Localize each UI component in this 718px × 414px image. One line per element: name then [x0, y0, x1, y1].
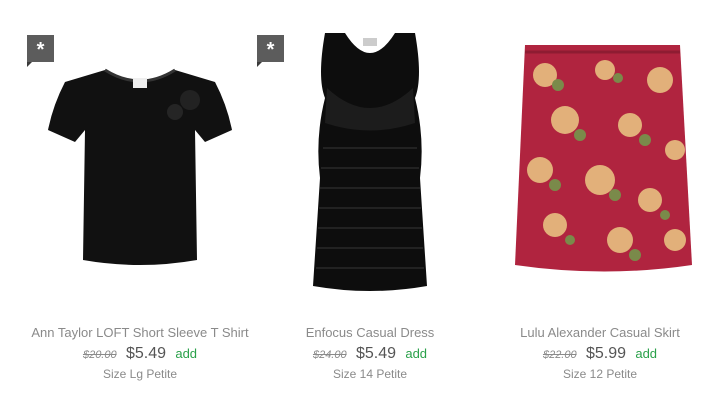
- star-badge-icon: *: [27, 35, 54, 67]
- add-to-cart-link[interactable]: add: [405, 346, 427, 361]
- product-image-dress[interactable]: [305, 28, 435, 293]
- sale-price: $5.99: [585, 345, 626, 362]
- product-image-skirt[interactable]: [510, 40, 695, 275]
- sale-price: $5.49: [355, 345, 396, 362]
- original-price: $24.00: [312, 349, 347, 361]
- price-row: $20.00 $5.49 add: [25, 345, 255, 363]
- sale-price: $5.49: [125, 345, 166, 362]
- add-to-cart-link[interactable]: add: [635, 346, 657, 361]
- product-title[interactable]: Enfocus Casual Dress: [255, 325, 485, 340]
- price-row: $24.00 $5.49 add: [255, 345, 485, 363]
- star-badge-icon: *: [257, 35, 284, 67]
- size-label: Size Lg Petite: [102, 367, 178, 381]
- product-image-tshirt[interactable]: [45, 60, 235, 275]
- product-card[interactable]: * Enfocus Casual Dress $24.00 $5.49 add …: [255, 0, 485, 414]
- original-price: $22.00: [542, 349, 577, 361]
- product-title[interactable]: Lulu Alexander Casual Skirt: [485, 325, 715, 340]
- size-label: Size 12 Petite: [562, 367, 638, 381]
- product-title[interactable]: Ann Taylor LOFT Short Sleeve T Shirt: [25, 325, 255, 340]
- product-card[interactable]: * Ann Taylor LOFT Short Sleeve T Shirt $…: [25, 0, 255, 414]
- original-price: $20.00: [82, 349, 117, 361]
- add-to-cart-link[interactable]: add: [175, 346, 197, 361]
- size-label: Size 14 Petite: [332, 367, 408, 381]
- price-row: $22.00 $5.99 add: [485, 345, 715, 363]
- product-card[interactable]: Lulu Alexander Casual Skirt $22.00 $5.99…: [485, 0, 715, 414]
